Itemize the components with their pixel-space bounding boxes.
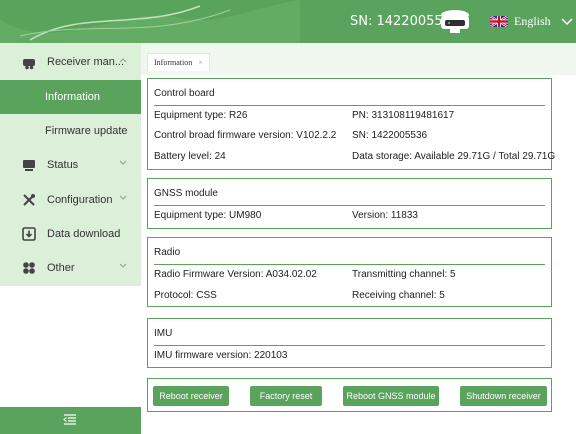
sidebar-item-label: Configuration [47,194,113,206]
control-firmware-value: Control broad firmware version: V102.2.2 [154,130,337,141]
chevron-down-icon [561,17,573,25]
sidebar-item-label: Information [45,91,101,103]
sidebar-item-label: Firmware update [45,125,128,137]
sidebar-item-receiver-management[interactable]: Receiver man... [0,45,141,79]
gnss-equipment-type-value: Equipment type: UM980 [154,210,262,221]
sidebar-item-label: Data download [47,228,121,240]
panel-title: Control board [154,88,215,99]
divider [154,105,545,106]
sidebar-item-label: Receiver man... [47,56,125,68]
chevron-down-icon [119,195,127,200]
divider [154,345,545,346]
sidebar-item-other[interactable]: Other [0,251,141,285]
divider [154,264,545,265]
receiving-channel-value: Receiving channel: 5 [352,290,445,301]
chevron-down-icon [119,263,127,268]
panel-title: GNSS module [154,188,218,199]
sn-value: SN: 1422005536 [352,130,428,141]
panel-title: Radio [154,247,181,258]
action-bar: Reboot receiver Factory reset Reboot GNS… [147,378,552,412]
sidebar-item-label: Other [47,262,75,274]
data-storage-value: Data storage: Available 29.71G / Total 2… [352,151,556,162]
receiver-icon [23,59,35,70]
sidebar-item-label: Status [47,159,79,171]
factory-reset-button[interactable]: Factory reset [250,386,322,406]
sidebar-item-data-download[interactable]: Data download [0,217,141,251]
control-board-panel: Control board Equipment type: R26 PN: 31… [147,78,556,170]
tab-label: Information [154,58,193,67]
sidebar-item-configuration[interactable]: Configuration [0,183,141,217]
status-icon [23,160,35,171]
gnss-module-panel: GNSS module Equipment type: UM980 Versio… [147,178,552,229]
chevron-up-icon [119,58,127,63]
protocol-value: Protocol: CSS [154,290,217,301]
language-selector[interactable]: English [490,14,573,29]
pn-value: PN: 313108119481617 [352,110,455,121]
receiver-device-icon [441,10,469,33]
tab-bar: Information × [141,43,576,75]
radio-firmware-value: Radio Firmware Version: A034.02.02 [154,269,317,280]
chevron-down-icon [119,160,127,165]
language-label: English [514,14,551,28]
imu-panel: IMU IMU firmware version: 220103 [147,318,552,368]
sidebar-collapse-button[interactable] [0,407,141,434]
battery-level-value: Battery level: 24 [154,151,226,162]
header-wave-decoration [0,0,300,43]
panel-title: IMU [154,328,173,339]
uk-flag-icon [490,16,508,27]
radio-panel: Radio Radio Firmware Version: A034.02.02… [147,237,552,307]
divider [154,205,545,206]
tools-icon [23,194,35,206]
sidebar-item-information[interactable]: Information [0,80,141,114]
transmitting-channel-value: Transmitting channel: 5 [352,269,456,280]
other-icon [23,262,35,274]
top-header: SN: 1422005536 English [0,0,576,43]
reboot-gnss-module-button[interactable]: Reboot GNSS module [343,386,439,406]
sidebar: Receiver man... Information Firmware upd… [0,43,141,434]
imu-firmware-value: IMU firmware version: 220103 [154,350,288,361]
download-icon [22,227,36,241]
equipment-type-value: Equipment type: R26 [154,110,248,121]
tab-information[interactable]: Information × [147,53,210,71]
sidebar-item-firmware-update[interactable]: Firmware update [0,114,141,148]
reboot-receiver-button[interactable]: Reboot receiver [153,386,229,406]
menu-collapse-icon [63,414,76,425]
gnss-version-value: Version: 11833 [352,210,418,221]
sidebar-item-status[interactable]: Status [0,148,141,182]
tab-close-icon[interactable]: × [198,58,203,67]
shutdown-receiver-button[interactable]: Shutdown receiver [460,386,547,406]
